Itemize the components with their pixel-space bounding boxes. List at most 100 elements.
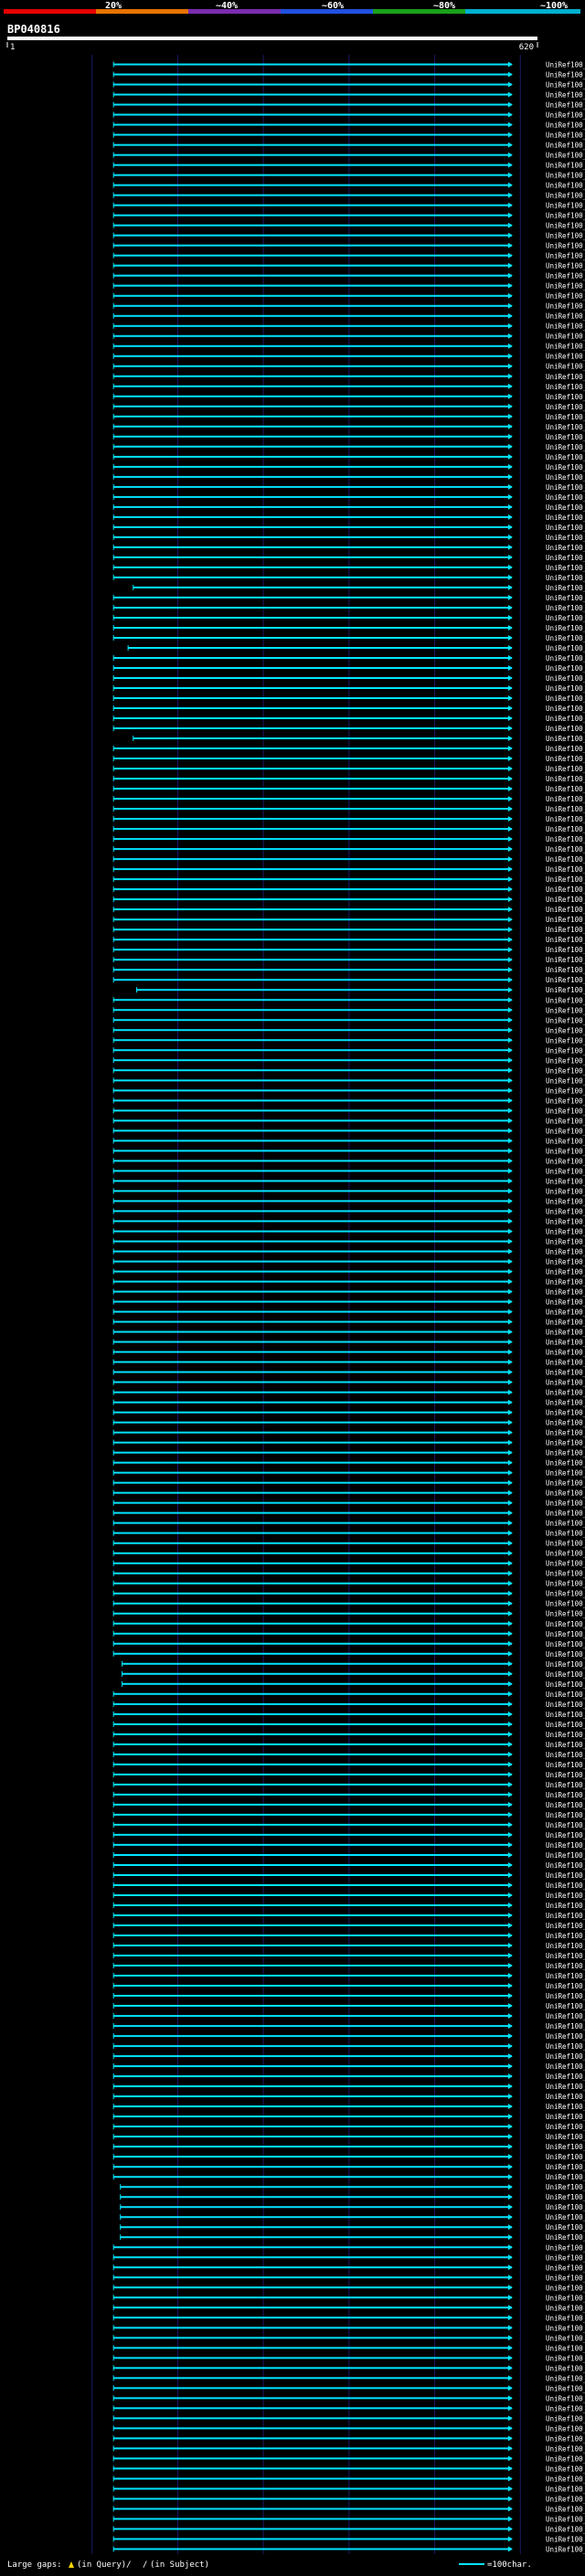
hit-label[interactable]: UniRef100_Q5SEN4	[546, 1630, 585, 1638]
hit-label[interactable]: UniRef100_P25085	[546, 363, 585, 371]
hit-label[interactable]: UniRef100_Q4H0J8	[546, 1419, 585, 1427]
hit-label[interactable]: UniRef100_Q06FE5	[546, 1267, 585, 1276]
hit-label[interactable]: UniRef100_Q46QP3	[546, 2334, 585, 2342]
hit-label[interactable]: UniRef100_Q46038	[546, 1922, 585, 1930]
hit-label[interactable]: UniRef100_Q8S4Y6	[546, 564, 585, 572]
hit-label[interactable]: UniRef100_Q46QP9	[546, 2093, 585, 2101]
hit-label[interactable]: UniRef100_P24825	[546, 493, 585, 502]
hit-label[interactable]: UniRef100_Q9ZRR9	[546, 815, 585, 823]
hit-label[interactable]: UniRef100_Q04934	[546, 2454, 585, 2463]
hit-label[interactable]: UniRef100_Q6BEH0	[546, 2434, 585, 2443]
hit-label[interactable]: UniRef100_A7NK65	[546, 805, 585, 813]
hit-label[interactable]: UniRef100_B7FKQ5	[546, 413, 585, 421]
hit-label[interactable]: UniRef100_Q8HGQ0	[546, 1137, 585, 1145]
hit-label[interactable]: UniRef100_P4F1Q7	[546, 544, 585, 552]
hit-label[interactable]: UniRef100_Q5S2E3	[546, 2545, 585, 2553]
hit-label[interactable]: UniRef100_A1EOZ6	[546, 865, 585, 874]
hit-label[interactable]: UniRef100_Q9FR76	[546, 2414, 585, 2422]
hit-label[interactable]: UniRef100_P51078	[546, 252, 585, 260]
hit-label[interactable]: UniRef100_C5IN55	[546, 1319, 585, 1327]
hit-label[interactable]: UniRef100_Q9XJ58	[546, 765, 585, 773]
hit-label[interactable]: UniRef100_Q46QT2	[546, 2324, 585, 2332]
hit-label[interactable]: UniRef100_Q9FEY5	[546, 896, 585, 904]
hit-label[interactable]: UniRef100_P48406	[546, 463, 585, 472]
hit-label[interactable]: UniRef100_P51082	[546, 755, 585, 763]
hit-label[interactable]: UniRef100_Q8XXM9	[546, 433, 585, 441]
hit-label[interactable]: UniRef100_Q8RXQ9	[546, 1510, 585, 1518]
hit-label[interactable]: UniRef100_P51087	[546, 111, 585, 120]
hit-label[interactable]: UniRef100_Q2KH56	[546, 122, 585, 130]
hit-label[interactable]: UniRef100_C7S7W4	[546, 2243, 585, 2252]
hit-label[interactable]: UniRef100_Q9FR74	[546, 1801, 585, 1809]
hit-label[interactable]: UniRef100_Q06FE4	[546, 1247, 585, 1256]
hit-label[interactable]: UniRef100_Q06YW5	[546, 2173, 585, 2181]
hit-label[interactable]: UniRef100_Q46QN9	[546, 2032, 585, 2041]
hit-label[interactable]: UniRef100_Q8W3P6	[546, 906, 585, 914]
hit-label[interactable]: UniRef100_P30078	[546, 1399, 585, 1407]
hit-label[interactable]: UniRef100_Q2ENC4	[546, 2103, 585, 2111]
hit-label[interactable]: UniRef100_B8B6K6	[546, 1429, 585, 1437]
hit-label[interactable]: UniRef100_B1N7K4	[546, 1339, 585, 1347]
hit-label[interactable]: UniRef100_Q5SEP3	[546, 1530, 585, 1538]
hit-label[interactable]: UniRef100_B6S399	[546, 202, 585, 210]
hit-label[interactable]: UniRef100_C3VPJ0	[546, 2465, 585, 2473]
hit-label[interactable]: UniRef100_B1N7K5	[546, 1359, 585, 1367]
hit-label[interactable]: UniRef100_A0AM69	[546, 875, 585, 884]
hit-label[interactable]: UniRef100_P51079	[546, 2274, 585, 2282]
hit-label[interactable]: UniRef100_Q8S0X6	[546, 1097, 585, 1105]
hit-label[interactable]: UniRef100_O4310B	[546, 1227, 585, 1235]
hit-label[interactable]: UniRef100_Q46QQ8	[546, 1952, 585, 1960]
hit-label[interactable]: UniRef100_A0N2U7	[546, 986, 585, 994]
hit-label[interactable]: UniRef100_P23418	[546, 1409, 585, 1417]
hit-label[interactable]: UniRef100_Q3ZS0Q	[546, 222, 585, 230]
hit-label[interactable]: UniRef100_A9P3A7	[546, 1389, 585, 1397]
hit-label[interactable]: UniRef100_Q06YV6	[546, 2233, 585, 2242]
hit-label[interactable]: UniRef100_Q5SEN6	[546, 1882, 585, 1890]
hit-label[interactable]: UniRef100_Q84UT9	[546, 1147, 585, 1155]
hit-label[interactable]: UniRef100_Q9ZQ12	[546, 232, 585, 240]
hit-label[interactable]: UniRef100_Q23884	[546, 333, 585, 341]
hit-label[interactable]: UniRef100_Q8I470	[546, 2042, 585, 2051]
hit-label[interactable]: UniRef100_Q8SAY7	[546, 504, 585, 512]
hit-label[interactable]: UniRef100_B1N7J9	[546, 1369, 585, 1377]
hit-label[interactable]: UniRef100_P48308	[546, 1479, 585, 1488]
hit-label[interactable]: UniRef100_B9V185	[546, 916, 585, 924]
hit-label[interactable]: UniRef100_A0AM68	[546, 885, 585, 894]
hit-label[interactable]: UniRef100_Q01436	[546, 1861, 585, 1870]
hit-label[interactable]: UniRef100_Q1G1M5	[546, 262, 585, 270]
hit-label[interactable]: UniRef100_B9PV88	[546, 825, 585, 833]
hit-label[interactable]: UniRef100_Q5SEP8	[546, 1791, 585, 1799]
hit-label[interactable]: UniRef100_C0KD09	[546, 1590, 585, 1598]
hit-label[interactable]: UniRef100_Q9FR77	[546, 1459, 585, 1468]
hit-label[interactable]: UniRef100_P13111	[546, 2052, 585, 2061]
hit-label[interactable]: UniRef100_B3F5J6	[546, 483, 585, 492]
hit-label[interactable]: UniRef100_Q7PKG4	[546, 1036, 585, 1044]
hit-label[interactable]: UniRef100_Q46QQ8	[546, 1962, 585, 1970]
hit-label[interactable]: UniRef100_Q06YV7	[546, 2223, 585, 2231]
hit-label[interactable]: UniRef100_C0KG63	[546, 1066, 585, 1075]
hit-label[interactable]: UniRef100_Q9128F	[546, 353, 585, 361]
hit-label[interactable]: UniRef100_P49640	[546, 453, 585, 461]
hit-label[interactable]: UniRef100_Q8LP19	[546, 2163, 585, 2171]
hit-label[interactable]: UniRef100_Q06YV8	[546, 2213, 585, 2221]
hit-label[interactable]: UniRef100_Q56179	[546, 1540, 585, 1548]
hit-label[interactable]: UniRef100_Q5S2E5	[546, 2535, 585, 2543]
hit-label[interactable]: UniRef100_B7SDE5	[546, 936, 585, 944]
hit-label[interactable]: UniRef100_Q69KH1	[546, 1469, 585, 1478]
hit-label[interactable]: UniRef100_Q9FR75	[546, 1711, 585, 1719]
hit-label[interactable]: UniRef100_Q9SB27	[546, 2062, 585, 2071]
hit-label[interactable]: UniRef100_P30081	[546, 162, 585, 170]
hit-label[interactable]: UniRef100_B6S394	[546, 272, 585, 281]
hit-label[interactable]: UniRef100_Q9MB62	[546, 1288, 585, 1296]
hit-label[interactable]: UniRef100_Q9FR68	[546, 1821, 585, 1829]
hit-label[interactable]: UniRef100_P13417	[546, 1701, 585, 1709]
hit-label[interactable]: UniRef100_Q81477	[546, 1751, 585, 1759]
hit-label[interactable]: UniRef100_Q1G1M2	[546, 403, 585, 411]
hit-label[interactable]: UniRef100_O43163	[546, 1781, 585, 1789]
hit-label[interactable]: UniRef100_P27825	[546, 2133, 585, 2141]
hit-label[interactable]: UniRef100_P51094	[546, 91, 585, 100]
hit-label[interactable]: UniRef100_P22928	[546, 1439, 585, 1447]
hit-label[interactable]: UniRef100_Q9HU10	[546, 1187, 585, 1195]
hit-label[interactable]: UniRef100_P51168	[546, 554, 585, 562]
hit-label[interactable]: UniRef100_B9RGV8	[546, 1691, 585, 1699]
